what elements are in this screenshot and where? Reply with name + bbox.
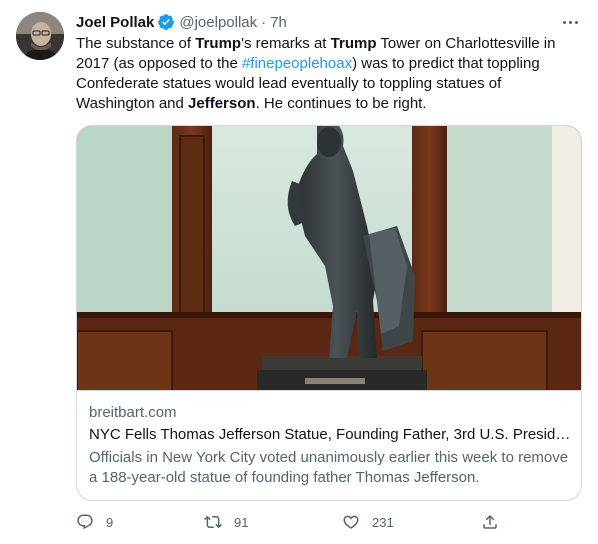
card-image-statue[interactable] [77,126,581,391]
text-segment: The substance of [76,35,196,52]
card-title[interactable]: NYC Fells Thomas Jefferson Statue, Found… [89,426,575,443]
text-bold: Trump [195,35,242,52]
tweet-text: The substance of Trump's remarks at Trum… [76,34,576,114]
share-button[interactable] [481,510,511,534]
reply-icon [77,514,93,530]
author-avatar[interactable] [16,12,64,60]
like-count: 231 [372,514,394,530]
text-bold: Jefferson [188,95,256,112]
verified-badge-icon [158,14,175,30]
retweet-icon [204,515,222,529]
tweet-timestamp[interactable]: 7h [270,14,287,31]
retweet-button[interactable]: 91 [204,510,248,534]
reply-button[interactable]: 9 [76,510,113,534]
text-segment: . He continues to be right. [255,95,427,112]
link-card[interactable]: breitbart.com NYC Fells Thomas Jefferson… [76,125,582,501]
author-name[interactable]: Joel Pollak [76,14,154,31]
card-description: Officials in New York City voted unanimo… [89,449,569,486]
separator-dot: · [261,13,267,31]
like-button[interactable]: 231 [342,510,394,534]
hashtag-link[interactable]: #finepeoplehoax [242,55,352,72]
tweet[interactable]: Joel Pollak @joelpollak · 7h The substan… [0,0,598,544]
text-bold: Trump [330,35,377,52]
reply-count: 9 [106,514,114,530]
text-segment: 's remarks at [241,35,331,52]
more-options-icon[interactable] [558,12,582,32]
heart-icon [343,515,359,529]
card-domain: breitbart.com [89,404,177,421]
tweet-actions: 9 91 231 [76,510,516,534]
share-icon [483,514,497,529]
retweet-count: 91 [234,514,249,530]
author-handle[interactable]: @joelpollak [179,14,257,31]
tweet-header: Joel Pollak @joelpollak · 7h [76,12,287,32]
